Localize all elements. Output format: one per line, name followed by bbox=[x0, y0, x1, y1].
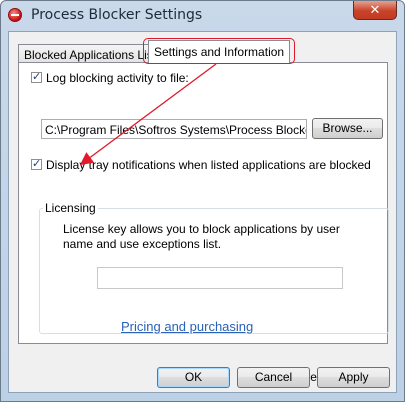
licensing-description: License key allows you to block applicat… bbox=[63, 222, 340, 251]
title-bar[interactable]: Process Blocker Settings ✕ bbox=[1, 1, 404, 31]
browse-button[interactable]: Browse... bbox=[312, 118, 383, 139]
log-activity-label: Log blocking activity to file: bbox=[46, 71, 189, 85]
close-button[interactable]: ✕ bbox=[353, 1, 397, 20]
annotation-highlight-box bbox=[143, 38, 295, 64]
tray-notifications-label: Display tray notifications when listed a… bbox=[46, 158, 371, 172]
ok-button[interactable]: OK bbox=[157, 367, 230, 388]
licensing-title: Licensing bbox=[43, 201, 98, 215]
checkmark-icon: ✓ bbox=[32, 157, 42, 170]
tray-notifications-checkbox[interactable]: ✓ bbox=[31, 157, 42, 170]
pricing-link[interactable]: Pricing and purchasing bbox=[121, 319, 253, 334]
tab-panel: ✓ Log blocking activity to file: C:\Prog… bbox=[18, 62, 389, 384]
window-title: Process Blocker Settings bbox=[31, 7, 203, 23]
cancel-button[interactable]: Cancel bbox=[237, 367, 310, 388]
dialog-client-area: Blocked Applications List Settings and I… bbox=[8, 31, 397, 393]
license-key-input[interactable] bbox=[97, 267, 343, 289]
checkmark-icon: ✓ bbox=[32, 70, 42, 83]
log-file-path-field[interactable]: C:\Program Files\Softros Systems\Process… bbox=[41, 119, 307, 139]
apply-button[interactable]: Apply bbox=[317, 367, 390, 388]
log-activity-checkbox[interactable]: ✓ bbox=[31, 70, 42, 83]
tab-blocked-applications[interactable]: Blocked Applications List bbox=[18, 44, 163, 62]
close-icon: ✕ bbox=[369, 2, 381, 18]
stop-icon bbox=[8, 8, 22, 22]
